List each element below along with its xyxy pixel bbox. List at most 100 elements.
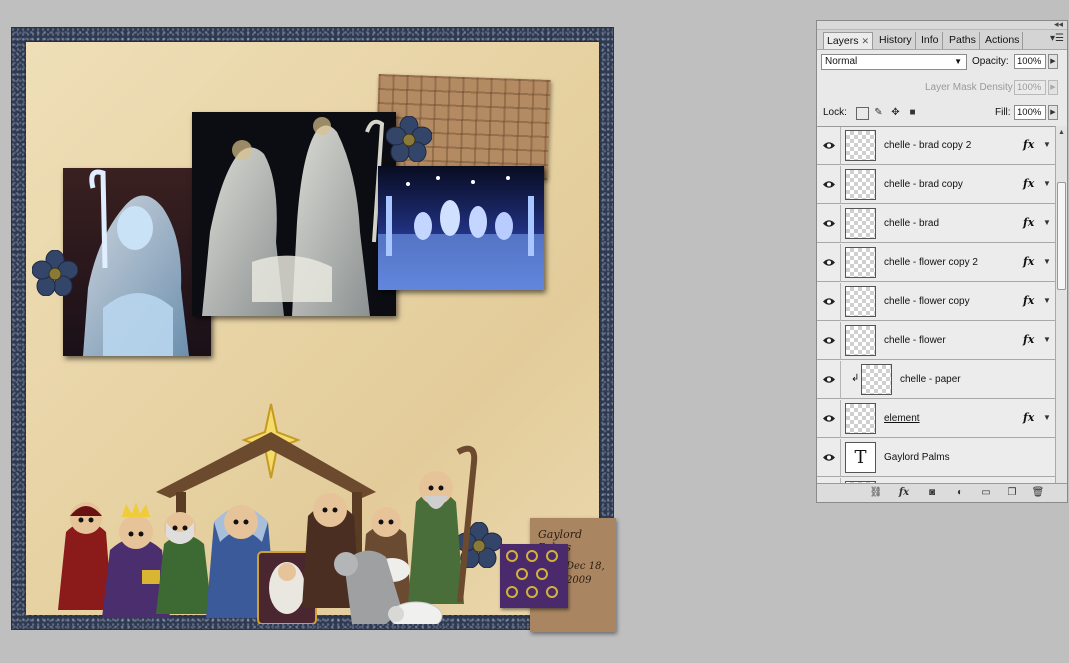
mask-density-arrow-icon[interactable]: ▶: [1048, 80, 1058, 95]
layer-row[interactable]: element fx ▼: [817, 400, 1055, 438]
layer-effects-icon[interactable]: fx: [1023, 255, 1034, 268]
layer-row[interactable]: chelle - brad copy 2 fx ▼: [817, 127, 1055, 165]
layer-row[interactable]: chelle - flower fx ▼: [817, 322, 1055, 360]
layer-effects-icon[interactable]: fx: [1023, 216, 1034, 229]
expand-effects-icon[interactable]: ▼: [1043, 296, 1051, 305]
layer-name[interactable]: chelle - flower copy: [884, 296, 970, 307]
expand-effects-icon[interactable]: ▼: [1043, 179, 1051, 188]
visibility-eye-icon[interactable]: [817, 244, 841, 282]
panel-title-bar[interactable]: ◂◂: [817, 19, 1067, 30]
layer-effects-icon[interactable]: fx: [1023, 138, 1034, 151]
tab-layers[interactable]: Layers ✕: [823, 32, 874, 49]
tab-label: Actions: [985, 34, 1020, 46]
layer-effects-icon[interactable]: fx: [1023, 411, 1034, 424]
background-paper: Gaylord Palms Dec 18, 2009: [26, 42, 616, 632]
layer-name[interactable]: chelle - brad copy: [884, 179, 963, 190]
flower-embellishment-left: [31, 249, 79, 301]
layer-row[interactable]: chelle - flower copy 2 fx ▼: [817, 244, 1055, 282]
visibility-eye-icon[interactable]: [817, 205, 841, 243]
layer-row[interactable]: chelle - brad copy fx ▼: [817, 166, 1055, 204]
add-layer-style-icon[interactable]: fx: [897, 486, 911, 499]
mask-density-label: Layer Mask Density: [925, 82, 1013, 93]
flower-embellishment-top: [385, 115, 433, 167]
blend-opacity-row: Normal ▼ Opacity: 100% ▶: [817, 51, 1067, 73]
layers-list: chelle - brad copy 2 fx ▼ chelle - brad …: [817, 126, 1055, 487]
lock-all-icon[interactable]: ■: [907, 107, 918, 118]
dropdown-arrow-icon: ▼: [954, 57, 962, 66]
layer-thumbnail[interactable]: [845, 403, 876, 434]
visibility-eye-icon[interactable]: [817, 127, 841, 165]
layer-name[interactable]: chelle - paper: [900, 374, 961, 385]
layer-name[interactable]: chelle - flower: [884, 335, 946, 346]
tab-actions[interactable]: Actions: [982, 32, 1024, 49]
expand-effects-icon[interactable]: ▼: [1043, 218, 1051, 227]
mask-density-row: Layer Mask Density 100% ▶: [817, 77, 1067, 99]
visibility-eye-icon[interactable]: [817, 400, 841, 438]
lock-transparent-pixels-icon[interactable]: [856, 107, 869, 120]
visibility-eye-icon[interactable]: [817, 283, 841, 321]
tab-history[interactable]: History: [876, 32, 916, 49]
lock-label: Lock:: [823, 107, 847, 118]
fill-slider-arrow-icon[interactable]: ▶: [1048, 105, 1058, 120]
layer-row[interactable]: T Gaylord Palms: [817, 439, 1055, 477]
expand-effects-icon[interactable]: ▼: [1043, 257, 1051, 266]
layer-thumbnail[interactable]: [861, 364, 892, 395]
layer-effects-icon[interactable]: fx: [1023, 177, 1034, 190]
layer-thumbnail[interactable]: [845, 130, 876, 161]
opacity-field[interactable]: 100%: [1014, 54, 1046, 69]
add-layer-mask-icon[interactable]: ◙: [925, 486, 939, 499]
new-layer-icon[interactable]: ❐: [1005, 486, 1019, 499]
layer-name[interactable]: chelle - brad copy 2: [884, 140, 971, 151]
document-canvas[interactable]: Gaylord Palms Dec 18, 2009: [11, 27, 616, 632]
expand-effects-icon[interactable]: ▼: [1043, 335, 1051, 344]
tab-paths[interactable]: Paths: [946, 32, 980, 49]
layer-row[interactable]: ↲ chelle - paper: [817, 361, 1055, 399]
clipping-mask-arrow-icon: ↲: [851, 373, 860, 384]
visibility-eye-icon[interactable]: [817, 322, 841, 360]
new-group-folder-icon[interactable]: ▭: [979, 486, 993, 499]
layer-thumbnail[interactable]: [845, 286, 876, 317]
scroll-thumb[interactable]: [1057, 182, 1066, 290]
layers-bottom-toolbar: ⛓ fx ◙ ◐ ▭ ❐ 🗑: [817, 483, 1067, 502]
photo-ice-blue-scene: [378, 166, 544, 290]
text-layer-thumbnail[interactable]: T: [845, 442, 876, 473]
blend-mode-value: Normal: [825, 56, 858, 67]
lock-image-pixels-icon[interactable]: ✎: [873, 107, 884, 118]
lock-position-icon[interactable]: ✥: [890, 107, 901, 118]
close-tab-icon[interactable]: ✕: [862, 36, 870, 46]
tab-label: Layers: [827, 35, 859, 47]
visibility-eye-icon[interactable]: [817, 439, 841, 477]
collapse-panel-icon[interactable]: ◂◂: [1054, 19, 1063, 30]
layer-thumbnail[interactable]: [845, 247, 876, 278]
purple-patterned-square: [500, 544, 568, 608]
layers-scrollbar[interactable]: ▲: [1055, 126, 1067, 486]
layer-name[interactable]: element: [884, 413, 920, 424]
layer-row[interactable]: chelle - brad fx ▼: [817, 205, 1055, 243]
visibility-eye-icon[interactable]: [817, 361, 841, 399]
scroll-up-arrow-icon[interactable]: ▲: [1056, 126, 1067, 140]
tab-info[interactable]: Info: [918, 32, 943, 49]
layer-name[interactable]: Gaylord Palms: [884, 452, 950, 463]
expand-effects-icon[interactable]: ▼: [1043, 413, 1051, 422]
link-layers-icon[interactable]: ⛓: [869, 486, 883, 499]
opacity-slider-arrow-icon[interactable]: ▶: [1048, 54, 1058, 69]
fill-field[interactable]: 100%: [1014, 105, 1046, 120]
layer-name[interactable]: chelle - flower copy 2: [884, 257, 978, 268]
expand-effects-icon[interactable]: ▼: [1043, 140, 1051, 149]
delete-layer-trash-icon[interactable]: 🗑: [1031, 486, 1045, 499]
blend-mode-select[interactable]: Normal ▼: [821, 54, 967, 70]
layer-thumbnail[interactable]: [845, 169, 876, 200]
new-adjustment-layer-icon[interactable]: ◐: [953, 486, 967, 499]
panel-menu-icon[interactable]: ▾☰: [1050, 33, 1064, 44]
layer-name[interactable]: chelle - brad: [884, 218, 939, 229]
tab-label: History: [879, 34, 912, 46]
visibility-eye-icon[interactable]: [817, 166, 841, 204]
mask-density-field[interactable]: 100%: [1014, 80, 1046, 95]
layer-effects-icon[interactable]: fx: [1023, 294, 1034, 307]
photo-ice-shepherd: [63, 168, 211, 356]
layer-thumbnail[interactable]: [845, 325, 876, 356]
layer-effects-icon[interactable]: fx: [1023, 333, 1034, 346]
layer-row[interactable]: chelle - flower copy fx ▼: [817, 283, 1055, 321]
panel-tabs: Layers ✕ History Info Paths Actions ▾☰: [817, 30, 1067, 50]
layer-thumbnail[interactable]: [845, 208, 876, 239]
